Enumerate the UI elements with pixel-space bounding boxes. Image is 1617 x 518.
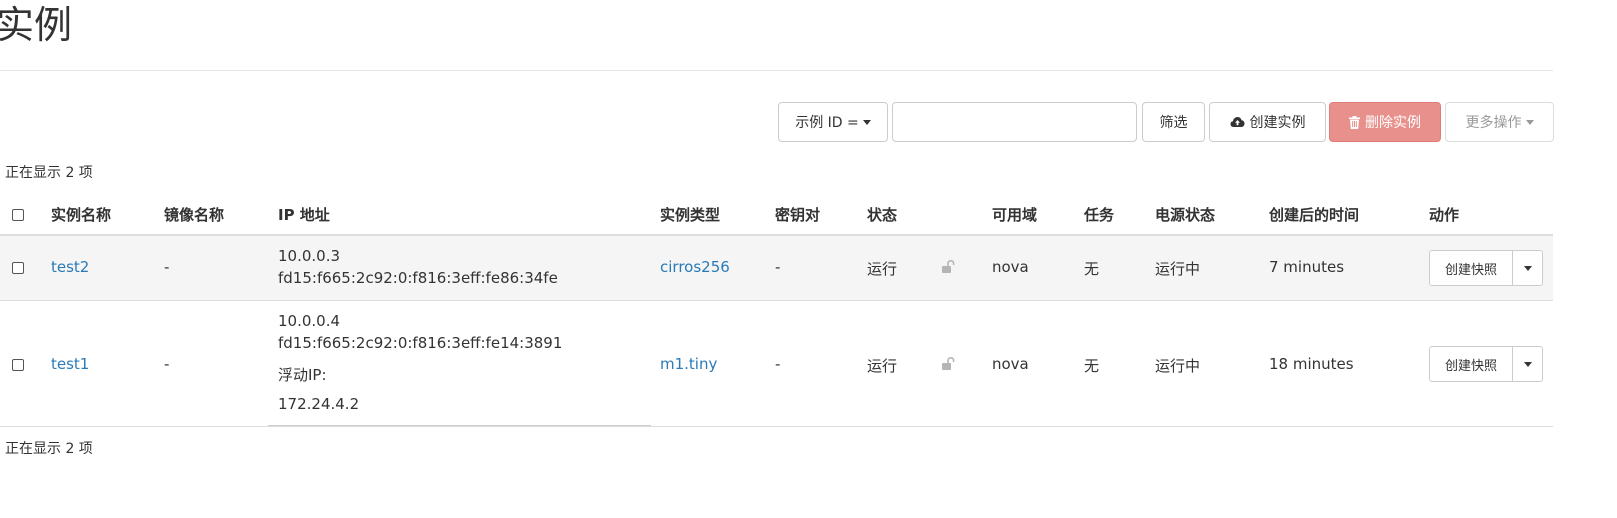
title-divider: [0, 70, 1553, 71]
create-instance-button[interactable]: 创建实例: [1209, 102, 1326, 142]
column-header-task[interactable]: 任务: [1084, 204, 1114, 225]
availability-zone: nova: [992, 355, 1029, 373]
column-header-age[interactable]: 创建后的时间: [1269, 204, 1359, 225]
column-header-status[interactable]: 状态: [867, 204, 897, 225]
filter-button[interactable]: 筛选: [1142, 102, 1205, 142]
table-row: test2 - 10.0.0.3 fd15:f665:2c92:0:f816:3…: [0, 236, 1553, 301]
flavor-link[interactable]: m1.tiny: [660, 355, 717, 373]
row-action-group: 创建快照: [1429, 250, 1543, 286]
flavor-link[interactable]: cirros256: [660, 258, 730, 276]
column-header-name[interactable]: 实例名称: [51, 204, 111, 225]
status-text: 运行: [867, 357, 898, 375]
power-state: 运行中: [1155, 260, 1201, 278]
filter-field-label: 示例 ID =: [795, 115, 859, 131]
unlock-icon: [941, 356, 955, 371]
create-instance-label: 创建实例: [1249, 115, 1306, 131]
instance-name-link[interactable]: test2: [51, 258, 89, 276]
row-actions-dropdown-toggle[interactable]: [1513, 250, 1543, 286]
item-count-bottom: 正在显示 2 项: [5, 441, 93, 457]
create-snapshot-button[interactable]: 创建快照: [1429, 250, 1513, 286]
ip-address: 10.0.0.4: [278, 312, 341, 330]
delete-instance-button[interactable]: 删除实例: [1329, 102, 1441, 142]
row-actions-dropdown-toggle[interactable]: [1513, 346, 1543, 382]
task: 无: [1084, 357, 1100, 375]
floating-ip-label: 浮动IP:: [278, 366, 327, 384]
ip-address: fd15:f665:2c92:0:f816:3eff:fe86:34fe: [278, 269, 558, 287]
instance-name-link[interactable]: test1: [51, 355, 89, 373]
image-name: -: [164, 258, 170, 276]
create-snapshot-button[interactable]: 创建快照: [1429, 346, 1513, 382]
floating-ip-address: 172.24.4.2: [278, 395, 360, 413]
caret-down-icon: [1523, 265, 1532, 271]
unlock-icon: [941, 259, 955, 274]
caret-down-icon: [1525, 119, 1534, 125]
column-header-zone[interactable]: 可用域: [992, 204, 1037, 225]
instances-page: 实例 示例 ID = 筛选 创建实例 删除实例 更多操作 正在显示 2 项 实例…: [0, 0, 1617, 518]
table-row: test1 - 10.0.0.4 fd15:f665:2c92:0:f816:3…: [0, 301, 1553, 427]
keypair: -: [775, 258, 781, 276]
availability-zone: nova: [992, 258, 1029, 276]
column-header-actions: 动作: [1429, 206, 1460, 224]
status-text: 运行: [867, 260, 898, 278]
age: 7 minutes: [1269, 258, 1345, 276]
row-checkbox[interactable]: [12, 359, 24, 371]
column-header-ip[interactable]: IP 地址: [278, 204, 330, 225]
more-actions-label: 更多操作: [1465, 115, 1522, 131]
column-header-flavor[interactable]: 实例类型: [660, 204, 720, 225]
table-header: 实例名称 镜像名称 IP 地址 实例类型 密钥对 状态 可用域 任务 电源状态 …: [0, 194, 1553, 236]
more-actions-button[interactable]: 更多操作: [1445, 102, 1554, 142]
column-header-image[interactable]: 镜像名称: [164, 204, 224, 225]
keypair: -: [775, 355, 781, 373]
filter-field-select[interactable]: 示例 ID =: [778, 102, 888, 142]
caret-down-icon: [862, 119, 871, 125]
row-checkbox[interactable]: [12, 262, 24, 274]
age: 18 minutes: [1269, 355, 1354, 373]
column-header-power[interactable]: 电源状态: [1155, 204, 1215, 225]
ip-cell-divider: [268, 425, 651, 426]
caret-down-icon: [1523, 361, 1532, 367]
cloud-upload-icon: [1230, 116, 1245, 128]
filter-input[interactable]: [892, 102, 1137, 142]
row-action-group: 创建快照: [1429, 346, 1543, 382]
image-name: -: [164, 355, 170, 373]
delete-instance-label: 删除实例: [1365, 115, 1421, 131]
ip-address: fd15:f665:2c92:0:f816:3eff:fe14:3891: [278, 334, 563, 352]
trash-icon: [1349, 115, 1360, 129]
column-header-keypair[interactable]: 密钥对: [775, 204, 820, 225]
page-title: 实例: [0, 3, 73, 47]
ip-address: 10.0.0.3: [278, 247, 341, 265]
power-state: 运行中: [1155, 357, 1201, 375]
item-count-top: 正在显示 2 项: [5, 165, 93, 181]
select-all-checkbox[interactable]: [12, 209, 24, 221]
task: 无: [1084, 260, 1100, 278]
